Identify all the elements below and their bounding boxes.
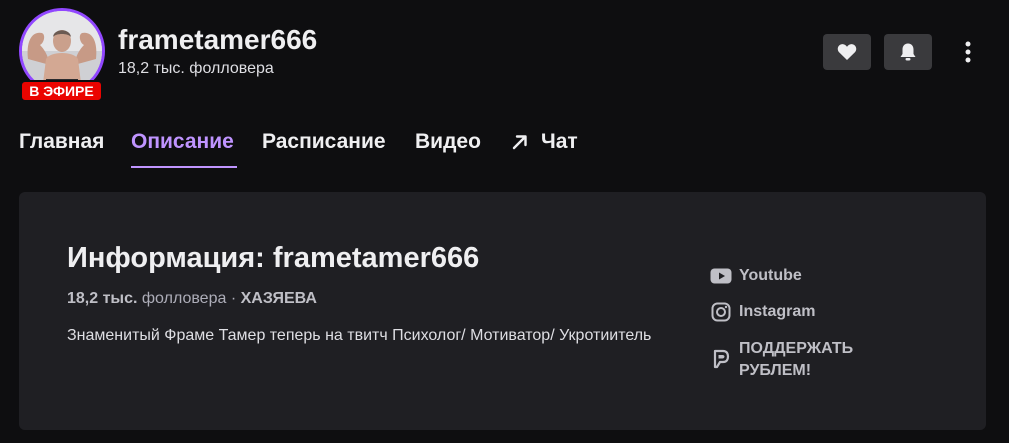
external-arrow-icon <box>512 135 527 150</box>
about-meta: 18,2 тыс. фолловера · ХАЗЯЕВА <box>67 290 317 308</box>
tab-chat-label: Чат <box>541 130 578 153</box>
social-link-youtube[interactable]: Youtube <box>709 265 802 287</box>
about-panel: Информация: frametamer666 18,2 тыс. фолл… <box>19 192 986 430</box>
team-link[interactable]: ХАЗЯЕВА <box>241 290 317 307</box>
donate-icon <box>713 349 730 369</box>
instagram-icon <box>711 302 731 322</box>
social-link-label: Instagram <box>739 303 816 320</box>
notifications-button[interactable] <box>884 34 932 70</box>
avatar-image <box>22 11 102 91</box>
meta-separator: · <box>230 290 237 307</box>
about-description: Знаменитый Фраме Тамер теперь на твитч П… <box>67 327 652 344</box>
about-followers-word: фолловера <box>141 290 227 307</box>
followers-count: 18,2 тыс. фолловера <box>118 60 274 77</box>
channel-avatar-wrapper[interactable]: В ЭФИРЕ <box>19 8 106 103</box>
about-followers-count: 18,2 тыс. <box>67 290 138 307</box>
social-link-instagram[interactable]: Instagram <box>709 301 815 323</box>
social-link-label: ПОДДЕРЖАТЬ РУБЛЕМ! <box>739 340 854 379</box>
vertical-dots-icon <box>965 41 971 63</box>
tab-schedule[interactable]: Расписание <box>262 130 386 154</box>
tab-about[interactable]: Описание <box>131 130 234 154</box>
tab-chat[interactable]: Чат <box>511 130 578 154</box>
tab-home[interactable]: Главная <box>19 130 104 154</box>
youtube-icon <box>710 268 732 284</box>
channel-name[interactable]: frametamer666 <box>118 24 317 56</box>
active-tab-indicator <box>131 166 237 168</box>
follow-button[interactable] <box>823 34 871 70</box>
bell-icon <box>900 43 916 61</box>
social-link-label: Youtube <box>739 267 802 284</box>
more-options-button[interactable] <box>954 36 982 68</box>
tab-videos[interactable]: Видео <box>415 130 481 154</box>
social-link-donate[interactable]: ПОДДЕРЖАТЬ РУБЛЕМ! <box>709 338 879 382</box>
about-title: Информация: frametamer666 <box>67 242 480 274</box>
live-badge: В ЭФИРЕ <box>20 80 103 102</box>
heart-icon <box>837 44 857 60</box>
